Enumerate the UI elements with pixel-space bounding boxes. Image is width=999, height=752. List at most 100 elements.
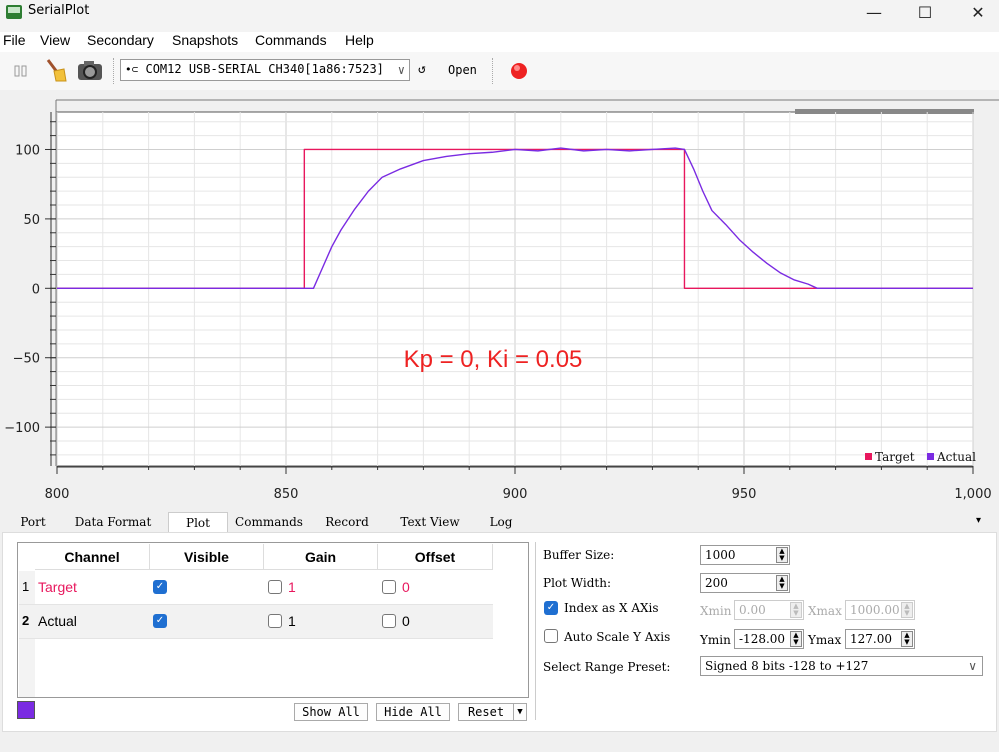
tab-data-format[interactable]: Data Format <box>66 512 160 532</box>
spin-arrows-icon[interactable]: ▲ ▼ <box>776 547 788 563</box>
menu-commands[interactable]: Commands <box>255 32 327 48</box>
status-bar <box>0 734 999 752</box>
camera-icon[interactable] <box>76 58 104 82</box>
xmin-value: 0.00 <box>739 603 766 617</box>
plot-width-input[interactable]: 200 ▲ ▼ <box>700 573 790 593</box>
usb-icon: •⊂ <box>125 63 139 76</box>
tab-commands[interactable]: Commands <box>234 512 304 532</box>
menu-bar: File View Secondary Snapshots Commands H… <box>0 32 999 52</box>
xmax-input: 1000.00 ▲ ▼ <box>845 600 915 620</box>
offset-checkbox[interactable] <box>382 614 396 628</box>
gain-checkbox[interactable] <box>268 614 282 628</box>
title-bar: SerialPlot — ☐ ✕ <box>0 0 999 32</box>
auto-scale-y-label[interactable]: Auto Scale Y Axis <box>564 630 670 644</box>
range-preset-select[interactable]: Signed 8 bits -128 to +127 ∨ <box>700 656 983 676</box>
reset-menu-arrow[interactable]: ▼ <box>513 703 527 721</box>
plot-width-label: Plot Width: <box>543 576 612 590</box>
x-tick-label: 900 <box>503 487 528 502</box>
buffer-size-value: 1000 <box>705 548 736 562</box>
toolbar-separator <box>113 58 114 84</box>
show-all-button[interactable]: Show All <box>294 703 368 721</box>
gain-value[interactable]: 1 <box>288 613 296 629</box>
reset-button[interactable]: Reset <box>458 703 514 721</box>
menu-view[interactable]: View <box>40 32 70 48</box>
plot-annotation: Kp = 0, Ki = 0.05 <box>404 346 583 373</box>
index-as-x-label[interactable]: Index as X AXis <box>564 601 659 615</box>
spin-arrows-icon[interactable]: ▲ ▼ <box>776 575 788 591</box>
tab-text-view[interactable]: Text View <box>390 512 470 532</box>
y-tick-label: 50 <box>23 213 40 228</box>
menu-help[interactable]: Help <box>345 32 374 48</box>
table-row[interactable]: 1 Target ✓ 1 0 <box>19 571 493 605</box>
range-preset-label: Select Range Preset: <box>543 660 671 674</box>
xmax-value: 1000.00 <box>850 603 900 617</box>
col-header-channel: Channel <box>35 544 150 570</box>
tab-bar: Port Data Format Plot Commands Record Te… <box>0 512 999 533</box>
gain-value[interactable]: 1 <box>288 579 296 595</box>
ymax-input[interactable]: 127.00 ▲ ▼ <box>845 629 915 649</box>
tab-plot[interactable]: Plot <box>168 512 228 533</box>
menu-secondary[interactable]: Secondary <box>87 32 154 48</box>
visible-checkbox[interactable]: ✓ <box>153 614 167 628</box>
index-as-x-checkbox[interactable]: ✓ <box>544 601 558 615</box>
ymax-label: Ymax <box>808 633 842 647</box>
y-tick-label: 0 <box>32 282 40 297</box>
plot-area[interactable]: 100 50 0 −50 −100 800 850 900 950 1,000 Kp = 0, Ki… <box>0 92 999 510</box>
ymin-label: Ymin <box>700 633 731 647</box>
ymin-value: -128.00 <box>739 632 786 646</box>
tab-overflow-icon[interactable]: ▾ <box>976 515 981 526</box>
x-tick-label: 950 <box>732 487 757 502</box>
zoom-scroll-indicator <box>795 109 974 114</box>
xmax-label: Xmax <box>808 604 842 618</box>
offset-value[interactable]: 0 <box>402 579 410 595</box>
buffer-size-input[interactable]: 1000 ▲ ▼ <box>700 545 790 565</box>
offset-checkbox[interactable] <box>382 580 396 594</box>
chevron-down-icon: ∨ <box>397 63 405 77</box>
table-row[interactable]: 2 Actual ✓ 1 0 <box>19 605 493 639</box>
pause-icon[interactable] <box>12 62 30 80</box>
range-preset-value: Signed 8 bits -128 to +127 <box>705 659 869 673</box>
menu-snapshots[interactable]: Snapshots <box>172 32 238 48</box>
col-header-visible: Visible <box>150 544 264 570</box>
buffer-size-label: Buffer Size: <box>543 548 615 562</box>
broom-icon[interactable] <box>42 57 68 83</box>
col-header-offset: Offset <box>378 544 493 570</box>
row-index: 1 <box>22 579 30 594</box>
channel-name[interactable]: Target <box>38 579 77 595</box>
spin-arrows-icon: ▲ ▼ <box>790 602 802 618</box>
spin-arrows-icon[interactable]: ▲ ▼ <box>901 631 913 647</box>
ymin-input[interactable]: -128.00 ▲ ▼ <box>734 629 804 649</box>
col-header-gain: Gain <box>264 544 378 570</box>
row-index: 2 <box>22 613 30 628</box>
plot-width-value: 200 <box>705 576 728 590</box>
channel-name[interactable]: Actual <box>38 613 77 629</box>
tab-record[interactable]: Record <box>314 512 380 532</box>
x-tick-label: 850 <box>274 487 299 502</box>
visible-checkbox[interactable]: ✓ <box>153 580 167 594</box>
legend-label: Target <box>875 450 915 464</box>
window-title: SerialPlot <box>28 3 90 18</box>
open-button[interactable]: Open <box>448 63 477 77</box>
app-icon <box>5 4 23 20</box>
plot-svg[interactable]: 100 50 0 −50 −100 800 850 900 950 1,000 Kp = 0, Ki… <box>0 92 999 510</box>
port-select[interactable]: •⊂ COM12 USB-SERIAL CH340[1a86:7523] ∨ <box>120 59 410 81</box>
menu-file[interactable]: File <box>3 32 26 48</box>
offset-value[interactable]: 0 <box>402 613 410 629</box>
y-tick-label: −100 <box>4 421 40 436</box>
legend-label: Actual <box>936 450 976 464</box>
gain-checkbox[interactable] <box>268 580 282 594</box>
maximize-button[interactable]: ☐ <box>902 0 948 24</box>
hide-all-button[interactable]: Hide All <box>376 703 450 721</box>
tab-log[interactable]: Log <box>478 512 524 532</box>
x-tick-label: 1,000 <box>954 487 991 502</box>
refresh-icon[interactable]: ↺ <box>418 62 426 77</box>
ymax-value: 127.00 <box>850 632 892 646</box>
xmin-label: Xmin <box>700 604 732 618</box>
record-icon[interactable] <box>509 61 529 81</box>
spin-arrows-icon[interactable]: ▲ ▼ <box>790 631 802 647</box>
color-swatch[interactable] <box>17 701 35 719</box>
minimize-button[interactable]: — <box>851 0 897 24</box>
close-button[interactable]: ✕ <box>955 0 999 24</box>
auto-scale-y-checkbox[interactable] <box>544 629 558 643</box>
tab-port[interactable]: Port <box>8 512 58 532</box>
